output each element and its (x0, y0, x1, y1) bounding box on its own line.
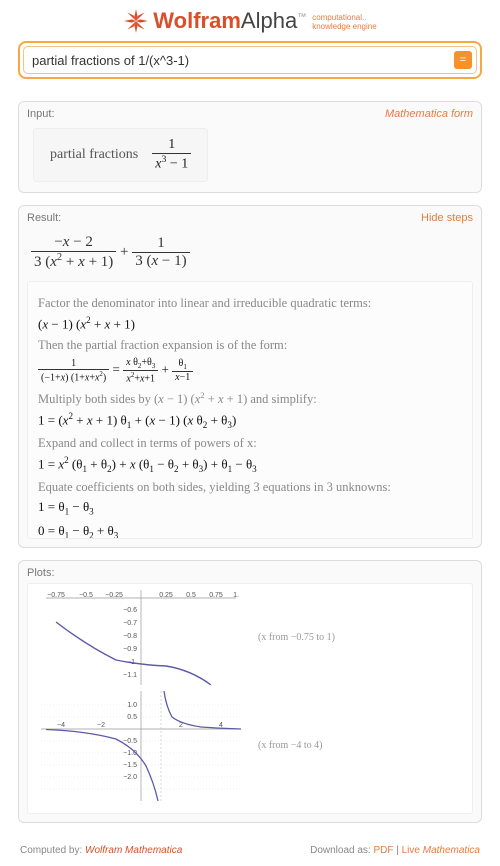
svg-text:1.: 1. (233, 592, 239, 599)
step-math: (x − 1) (x2 + x + 1) (38, 315, 462, 332)
svg-text:−2.0: −2.0 (123, 774, 137, 781)
result-pod: Result: Hide steps −x − 23 (x2 + x + 1) … (18, 205, 482, 548)
svg-text:−1.5: −1.5 (123, 762, 137, 769)
download-pdf-link[interactable]: PDF (373, 845, 393, 856)
input-label: partial fractions (50, 147, 138, 163)
step-math: 1 = (x2 + x + 1) θ1 + (x − 1) (x θ2 + θ3… (38, 411, 462, 430)
svg-text:−0.9: −0.9 (123, 646, 137, 653)
plot-caption: (x from −4 to 4) (258, 740, 323, 751)
svg-text:0.25: 0.25 (159, 592, 173, 599)
svg-text:−0.5: −0.5 (79, 592, 93, 599)
footer: Computed by: Wolfram Mathematica Downloa… (0, 841, 500, 866)
header: WolframAlpha™ computational..knowledge e… (0, 0, 500, 41)
plot-2: −4−224 1.00.5−0.5 −1.0−1.5−2.0 (36, 691, 246, 801)
logo-text: WolframAlpha™ (153, 8, 306, 34)
svg-text:−1.0: −1.0 (123, 750, 137, 757)
computed-by-link[interactable]: Wolfram Mathematica (85, 845, 182, 856)
svg-text:−0.7: −0.7 (123, 620, 137, 627)
step-text: Then the partial fraction expansion is o… (38, 338, 462, 353)
svg-text:0.5: 0.5 (186, 592, 196, 599)
step-math: 0 = θ1 − θ2 + θ3 (38, 523, 462, 539)
logo[interactable]: WolframAlpha™ computational..knowledge e… (123, 8, 376, 34)
pod-title: Result: (27, 212, 61, 224)
tagline: computational..knowledge engine (312, 14, 377, 32)
step-text: Factor the denominator into linear and i… (38, 296, 462, 311)
svg-text:−2: −2 (97, 722, 105, 729)
svg-text:0.75: 0.75 (209, 592, 223, 599)
svg-text:1.0: 1.0 (127, 702, 137, 709)
pod-title: Input: (27, 108, 55, 120)
svg-text:−0.6: −0.6 (123, 607, 137, 614)
svg-text:−0.8: −0.8 (123, 633, 137, 640)
submit-button[interactable]: = (454, 51, 472, 69)
svg-text:0.5: 0.5 (127, 714, 137, 721)
input-pod: Input: Mathematica form partial fraction… (18, 101, 482, 193)
equals-icon: = (460, 54, 466, 66)
plot-1: −0.75 −0.5 −0.25 0.25 0.5 0.75 1. −0.6 −0.7 −0.… (36, 590, 246, 685)
step-math: 1(−1+x) (1+x+x2) = x θ2+θ3x2+x+1 + θ1x−1 (38, 357, 462, 384)
spikey-icon (123, 8, 149, 34)
query-input[interactable] (32, 49, 454, 71)
mathematica-form-link[interactable]: Mathematica form (385, 108, 473, 120)
step-math: 1 = θ1 − θ3 (38, 499, 462, 517)
svg-text:−0.75: −0.75 (47, 592, 65, 599)
plot-caption: (x from −0.75 to 1) (258, 632, 335, 643)
download-live-link[interactable]: Live Mathematica (402, 845, 480, 856)
svg-text:−1.1: −1.1 (123, 672, 137, 679)
hide-steps-link[interactable]: Hide steps (421, 212, 473, 224)
plots-pod: Plots: −0.75 −0.5 −0.25 0.25 0.5 0.75 1. −0.6… (18, 560, 482, 823)
step-text: Equate coefficients on both sides, yield… (38, 480, 462, 495)
steps-panel[interactable]: Factor the denominator into linear and i… (27, 281, 473, 539)
svg-text:−4: −4 (57, 722, 65, 729)
search-bar: = (0, 41, 500, 87)
step-text: Multiply both sides by (x − 1) (x2 + x +… (38, 390, 462, 407)
svg-text:−0.25: −0.25 (105, 592, 123, 599)
step-math: 1 = x2 (θ1 + θ2) + x (θ1 − θ2 + θ3) + θ1… (38, 455, 462, 474)
result-expression: −x − 23 (x2 + x + 1) + 13 (x − 1) (27, 228, 473, 281)
pod-title: Plots: (27, 567, 55, 579)
input-subpod: partial fractions 1 x3 − 1 (33, 128, 208, 182)
step-text: Expand and collect in terms of powers of… (38, 436, 462, 451)
